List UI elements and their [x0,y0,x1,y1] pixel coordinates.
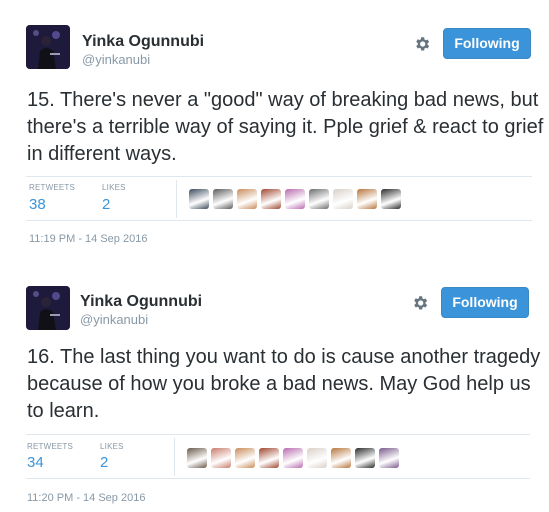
following-button[interactable]: Following [441,287,529,318]
liker-avatar[interactable] [355,448,375,468]
likes-count[interactable]: 2 [100,454,108,471]
divider [176,180,177,218]
divider [26,220,532,221]
user-name[interactable]: Yinka Ogunnubi [80,293,202,311]
user-handle[interactable]: @yinkanubi [80,312,148,327]
gear-icon[interactable] [411,294,429,312]
tweet-timestamp[interactable]: 11:20 PM - 14 Sep 2016 [27,492,145,504]
liker-avatar[interactable] [379,448,399,468]
divider [174,438,175,476]
divider [26,176,532,177]
avatar[interactable] [26,25,70,69]
liker-avatar[interactable] [307,448,327,468]
tweet-card: Yinka Ogunnubi @yinkanubi Following 15. … [0,0,549,260]
likers-list [187,448,399,468]
liker-avatar[interactable] [381,189,401,209]
divider [26,478,530,479]
tweet-text: 16. The last thing you want to do is cau… [27,346,541,422]
retweets-label: RETWEETS [29,183,76,192]
gear-icon[interactable] [413,35,431,53]
liker-avatar[interactable] [331,448,351,468]
liker-avatar[interactable] [213,189,233,209]
user-handle[interactable]: @yinkanubi [82,52,150,67]
tweet-card: Yinka Ogunnubi @yinkanubi Following 16. … [0,262,549,512]
following-button[interactable]: Following [443,28,531,59]
tweet-text: 15. There's never a "good" way of breaki… [27,89,544,165]
user-name[interactable]: Yinka Ogunnubi [82,33,204,51]
likes-count[interactable]: 2 [102,196,110,213]
retweets-label: RETWEETS [27,442,74,451]
divider [26,434,530,435]
liker-avatar[interactable] [237,189,257,209]
liker-avatar[interactable] [261,189,281,209]
retweets-count[interactable]: 38 [29,196,46,213]
retweets-count[interactable]: 34 [27,454,44,471]
liker-avatar[interactable] [285,189,305,209]
likers-list [189,189,401,209]
avatar[interactable] [26,286,70,330]
liker-avatar[interactable] [283,448,303,468]
tweet-header: Yinka Ogunnubi @yinkanubi Following [0,262,549,330]
liker-avatar[interactable] [333,189,353,209]
liker-avatar[interactable] [309,189,329,209]
likes-label: LIKES [100,442,124,451]
liker-avatar[interactable] [259,448,279,468]
liker-avatar[interactable] [187,448,207,468]
liker-avatar[interactable] [235,448,255,468]
likes-label: LIKES [102,183,126,192]
liker-avatar[interactable] [357,189,377,209]
liker-avatar[interactable] [211,448,231,468]
tweet-header: Yinka Ogunnubi @yinkanubi Following [0,0,549,69]
liker-avatar[interactable] [189,189,209,209]
tweet-timestamp[interactable]: 11:19 PM - 14 Sep 2016 [29,233,147,245]
